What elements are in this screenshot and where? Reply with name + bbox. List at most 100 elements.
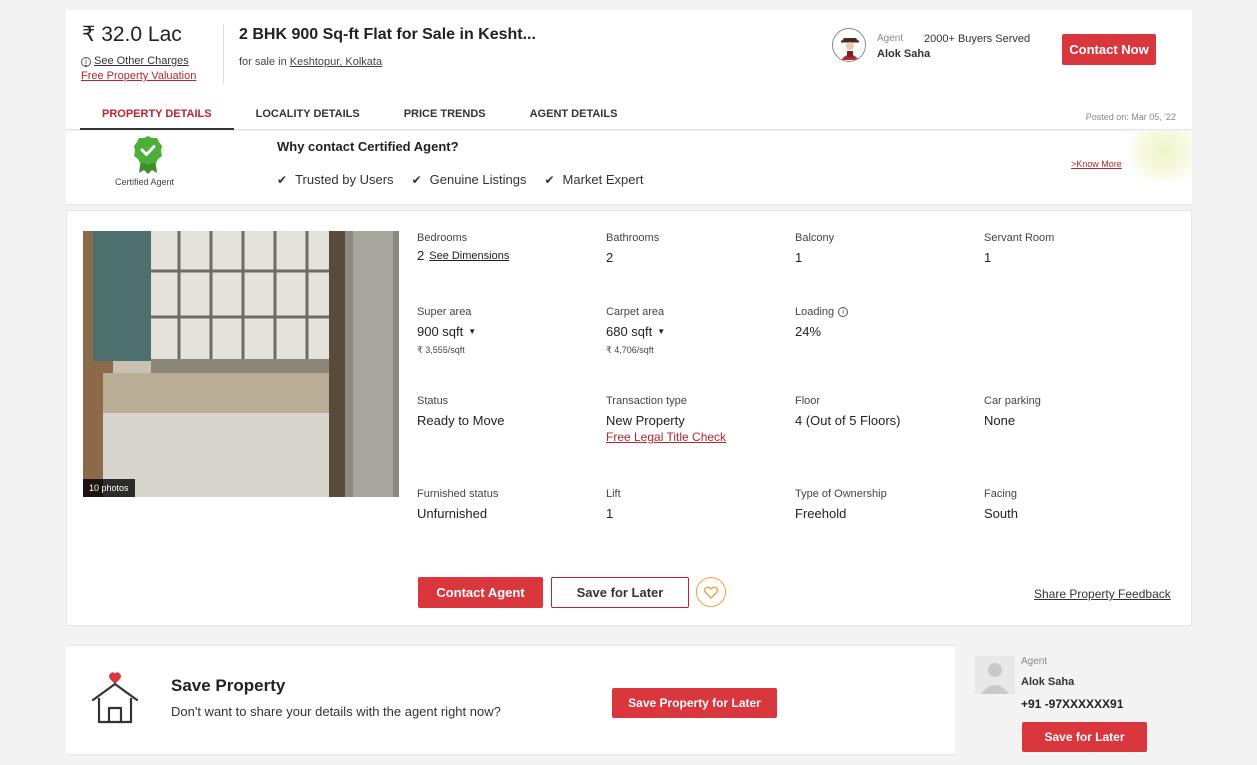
shortlist-heart-button[interactable] — [696, 577, 726, 607]
tab-locality-details[interactable]: LOCALITY DETAILS — [234, 102, 382, 130]
see-other-charges-link[interactable]: i See Other Charges — [81, 54, 196, 69]
agent-avatar-icon — [834, 30, 865, 61]
attr-value: 1 — [984, 250, 992, 265]
attr-bathrooms: Bathrooms 2 — [606, 232, 786, 265]
free-legal-title-check-link[interactable]: Free Legal Title Check — [606, 430, 786, 444]
property-subtitle: for sale in Keshtopur, Kolkata — [239, 56, 382, 68]
save-for-later-button[interactable]: Save for Later — [551, 577, 689, 608]
super-area-value: 900 sqft — [417, 324, 464, 339]
certified-point-label: Trusted by Users — [295, 172, 394, 187]
contact-agent-button[interactable]: Contact Agent — [418, 577, 543, 608]
attr-value: New Property — [606, 413, 685, 428]
attr-ownership: Type of Ownership Freehold — [795, 488, 975, 521]
certified-points: ✔ Trusted by Users ✔ Genuine Listings ✔ Mar… — [277, 172, 643, 187]
attr-label: Bathrooms — [606, 232, 660, 244]
attr-floor: Floor 4 (Out of 5 Floors) — [795, 395, 975, 428]
attr-label: Balcony — [795, 232, 835, 244]
tab-property-details[interactable]: PROPERTY DETAILS — [80, 102, 234, 130]
attr-servant-room: Servant Room 1 — [984, 232, 1164, 265]
attr-label: Lift — [606, 488, 621, 500]
attr-label: Facing — [984, 488, 1018, 500]
property-photo[interactable]: 10 photos — [83, 231, 399, 497]
certified-point-label: Genuine Listings — [429, 172, 527, 187]
caret-down-icon: ▼ — [657, 327, 666, 336]
contact-now-button[interactable]: Contact Now — [1062, 34, 1156, 65]
attr-loading: Loading i 24% — [795, 306, 975, 339]
agent-card-save-button[interactable]: Save for Later — [1022, 722, 1147, 752]
tab-agent-details[interactable]: AGENT DETAILS — [508, 102, 640, 130]
attr-carpet-area: Carpet area 680 sqft ▼ ₹ 4,706/sqft — [606, 306, 786, 356]
attr-label-row: Loading i — [795, 306, 975, 318]
attr-furnished-status: Furnished status Unfurnished — [417, 488, 597, 521]
certified-agent-banner: Certified Agent Why contact Certified Ag… — [66, 131, 1192, 205]
attr-label: Floor — [795, 395, 821, 407]
certified-point: ✔ Trusted by Users — [277, 172, 394, 187]
attr-facing: Facing South — [984, 488, 1164, 521]
property-header: ₹ 32.0 Lac i See Other Charges Free Prop… — [66, 10, 1192, 130]
agent-card-avatar — [975, 656, 1015, 694]
posted-date: Posted on: Mar 05, '22 — [1085, 112, 1176, 122]
attr-bedrooms: Bedrooms 2 See Dimensions — [417, 232, 597, 263]
attr-balcony: Balcony 1 — [795, 232, 975, 265]
super-area-dropdown[interactable]: 900 sqft ▼ — [417, 324, 597, 339]
share-feedback-link[interactable]: Share Property Feedback — [1034, 587, 1171, 601]
attr-value: Ready to Move — [417, 413, 505, 428]
carpet-area-dropdown[interactable]: 680 sqft ▼ — [606, 324, 786, 339]
agent-card-name: Alok Saha — [1021, 676, 1075, 688]
attr-value: Unfurnished — [417, 506, 488, 521]
attr-lift: Lift 1 — [606, 488, 786, 521]
info-icon: i — [81, 56, 91, 67]
free-valuation-link[interactable]: Free Property Valuation — [81, 69, 196, 84]
agent-label: Agent — [877, 33, 904, 44]
attr-label: Bedrooms — [417, 232, 468, 244]
info-icon[interactable]: i — [838, 307, 849, 317]
see-other-charges-label[interactable]: See Other Charges — [94, 54, 189, 69]
user-placeholder-icon — [975, 656, 1015, 694]
save-property-for-later-button[interactable]: Save Property for Later — [612, 688, 777, 718]
carpet-area-rate: ₹ 4,706/sqft — [606, 345, 654, 355]
attr-status: Status Ready to Move — [417, 395, 597, 428]
header-agent[interactable]: Agent Alok Saha 2000+ Buyers Served — [832, 28, 1032, 70]
attr-label: Servant Room — [984, 232, 1055, 244]
attr-label: Furnished status — [417, 488, 499, 500]
property-details-card: 10 photos Bedrooms 2 See Dimensions Bath… — [66, 210, 1192, 626]
agent-name: Alok Saha — [877, 48, 931, 60]
property-photo-image — [83, 231, 399, 497]
photo-count-badge: 10 photos — [83, 479, 135, 497]
certified-point: ✔ Genuine Listings — [412, 172, 527, 187]
caret-down-icon: ▼ — [468, 327, 477, 336]
header-divider — [223, 24, 224, 84]
check-icon: ✔ — [277, 172, 288, 187]
buyers-served: 2000+ Buyers Served — [924, 33, 1031, 45]
banner-glow — [1122, 131, 1192, 181]
certified-badge-icon — [134, 136, 162, 174]
save-property-title: Save Property — [171, 676, 286, 695]
attr-value: 2 — [606, 250, 614, 265]
carpet-area-value: 680 sqft — [606, 324, 653, 339]
certified-point: ✔ Market Expert — [544, 172, 643, 187]
save-property-banner: Save Property Don't want to share your d… — [66, 645, 955, 755]
attr-label: Car parking — [984, 395, 1041, 407]
save-property-subtitle: Don't want to share your details with th… — [171, 704, 501, 719]
agent-card-label: Agent — [1021, 656, 1048, 667]
attr-label: Status — [417, 395, 449, 407]
bedrooms-value: 2 — [417, 248, 425, 263]
attr-value: Freehold — [795, 506, 847, 521]
see-dimensions-link[interactable]: See Dimensions — [429, 250, 509, 262]
certified-agent-label: Certified Agent — [115, 177, 175, 187]
attr-value: South — [984, 506, 1018, 521]
tab-price-trends[interactable]: PRICE TRENDS — [382, 102, 508, 130]
certified-title: Why contact Certified Agent? — [277, 139, 459, 154]
know-more-link[interactable]: >Know More — [1071, 159, 1122, 169]
location-link[interactable]: Keshtopur, Kolkata — [290, 56, 382, 68]
property-title: 2 BHK 900 Sq-ft Flat for Sale in Kesht..… — [239, 26, 536, 43]
attr-label: Carpet area — [606, 306, 665, 318]
detail-tabs: PROPERTY DETAILS LOCALITY DETAILS PRICE … — [80, 102, 639, 130]
heart-icon — [703, 586, 719, 599]
attr-value: 1 — [606, 506, 614, 521]
super-area-rate: ₹ 3,555/sqft — [417, 345, 465, 355]
agent-card-phone: +91 -97XXXXXX91 — [1021, 697, 1124, 711]
attr-value: 2 See Dimensions — [417, 248, 597, 263]
attr-value: 4 (Out of 5 Floors) — [795, 413, 901, 428]
property-price: ₹ 32.0 Lac — [82, 23, 182, 46]
